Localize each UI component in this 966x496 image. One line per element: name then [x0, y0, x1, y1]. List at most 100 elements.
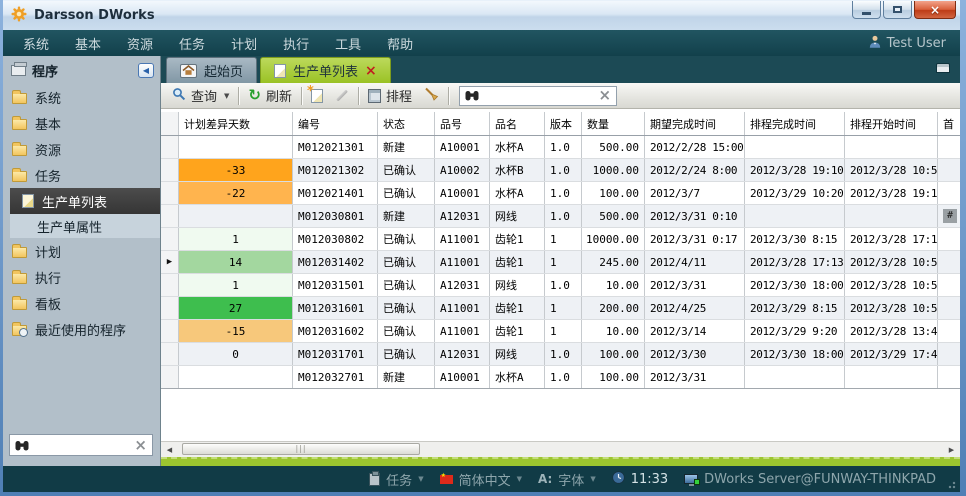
table-cell[interactable]	[845, 205, 938, 227]
table-cell[interactable]: 2012/3/30 18:00	[745, 343, 845, 365]
table-cell[interactable]: 已确认	[378, 228, 435, 250]
resize-grip[interactable]	[946, 479, 956, 489]
table-cell[interactable]: 1	[545, 297, 582, 319]
table-cell[interactable]: M012021401	[293, 182, 378, 204]
task-menu[interactable]: 任务 ▼	[369, 470, 423, 489]
table-cell[interactable]: 水杯A	[490, 182, 545, 204]
table-cell[interactable]: 100.00	[582, 366, 645, 388]
table-cell[interactable]: 网线	[490, 205, 545, 227]
column-header[interactable]: 版本	[545, 112, 582, 135]
sidebar-item[interactable]: 任务	[3, 162, 160, 188]
clear-search-icon[interactable]: ×	[598, 88, 611, 103]
table-cell[interactable]: 1.0	[545, 136, 582, 158]
table-cell[interactable]: 2012/3/30	[645, 343, 745, 365]
table-cell[interactable]: 2012/3/30 18:00	[745, 274, 845, 296]
diff-days-cell[interactable]	[179, 366, 293, 388]
sidebar-item[interactable]: 基本	[3, 110, 160, 136]
row-selector[interactable]	[161, 343, 179, 365]
table-cell[interactable]: 10.00	[582, 274, 645, 296]
table-cell[interactable]: 新建	[378, 366, 435, 388]
table-row[interactable]: 27M012031601已确认A11001齿轮11200.002012/4/25…	[161, 297, 960, 320]
column-header[interactable]: 期望完成时间	[645, 112, 745, 135]
diff-days-cell[interactable]: 1	[179, 274, 293, 296]
table-row[interactable]: M012021301新建A10001水杯A1.0500.002012/2/28 …	[161, 136, 960, 159]
font-menu[interactable]: A: 字体 ▼	[538, 470, 596, 489]
table-cell[interactable]: 1.0	[545, 205, 582, 227]
table-cell[interactable]: 1.0	[545, 274, 582, 296]
sidebar-item[interactable]: 执行	[3, 264, 160, 290]
table-cell[interactable]: A12031	[435, 343, 490, 365]
close-tab-icon[interactable]: ×	[365, 64, 377, 78]
table-cell[interactable]: 2012/3/31	[645, 274, 745, 296]
table-cell[interactable]: 已确认	[378, 182, 435, 204]
table-cell[interactable]: 齿轮1	[490, 228, 545, 250]
maximize-button[interactable]	[883, 1, 912, 19]
scroll-right-icon[interactable]: ▶	[943, 442, 960, 457]
menu-item[interactable]: 任务	[179, 34, 205, 53]
row-selector[interactable]: ▶	[161, 251, 179, 273]
close-window-button[interactable]: ×	[914, 1, 956, 19]
table-cell[interactable]: 已确认	[378, 159, 435, 181]
column-header[interactable]: 编号	[293, 112, 378, 135]
table-cell[interactable]: 1	[545, 228, 582, 250]
table-row[interactable]: -15M012031602已确认A11001齿轮1110.002012/3/14…	[161, 320, 960, 343]
scrollbar-track[interactable]: |||	[178, 442, 943, 457]
row-selector[interactable]	[161, 366, 179, 388]
table-cell[interactable]: 2012/3/29 9:20	[745, 320, 845, 342]
sidebar-search-input[interactable]	[34, 438, 129, 452]
table-cell[interactable]: 齿轮1	[490, 297, 545, 319]
table-cell[interactable]: 2012/3/30 8:15	[745, 228, 845, 250]
sidebar-item[interactable]: 计划	[3, 238, 160, 264]
table-cell[interactable]: 2012/4/11	[645, 251, 745, 273]
table-cell[interactable]: 2012/3/28 10:52	[845, 274, 938, 296]
table-cell[interactable]: 1.0	[545, 182, 582, 204]
table-cell[interactable]: 已确认	[378, 343, 435, 365]
table-cell[interactable]: 100.00	[582, 182, 645, 204]
scrollbar-thumb[interactable]: |||	[182, 443, 420, 455]
user-badge[interactable]: Test User	[869, 35, 946, 52]
diff-days-cell[interactable]: 14	[179, 251, 293, 273]
table-cell[interactable]: 2012/3/14	[645, 320, 745, 342]
table-cell[interactable]: A10001	[435, 182, 490, 204]
table-cell[interactable]: M012031701	[293, 343, 378, 365]
table-row[interactable]: 0M012031701已确认A12031网线1.0100.002012/3/30…	[161, 343, 960, 366]
table-cell[interactable]: M012032701	[293, 366, 378, 388]
table-cell[interactable]: M012031602	[293, 320, 378, 342]
table-cell[interactable]	[745, 136, 845, 158]
table-cell[interactable]: A11001	[435, 228, 490, 250]
table-cell[interactable]: 2012/4/25	[645, 297, 745, 319]
column-header[interactable]: 品名	[490, 112, 545, 135]
table-cell[interactable]: 245.00	[582, 251, 645, 273]
column-header[interactable]: 首	[938, 112, 960, 135]
column-header[interactable]: 排程完成时间	[745, 112, 845, 135]
sidebar-item[interactable]: 看板	[3, 290, 160, 316]
table-cell[interactable]: 网线	[490, 274, 545, 296]
table-row[interactable]: -22M012021401已确认A10001水杯A1.0100.002012/3…	[161, 182, 960, 205]
column-header[interactable]: 计划差异天数	[179, 112, 293, 135]
tab-production-order-list[interactable]: 生产单列表 ×	[260, 57, 391, 83]
scroll-left-icon[interactable]: ◀	[161, 442, 178, 457]
table-cell[interactable]: 500.00	[582, 136, 645, 158]
table-row[interactable]: 1M012031501已确认A12031网线1.010.002012/3/312…	[161, 274, 960, 297]
table-row[interactable]: -33M012021302已确认A10002水杯B1.01000.002012/…	[161, 159, 960, 182]
table-row[interactable]: 1M012030802已确认A11001齿轮1110000.002012/3/3…	[161, 228, 960, 251]
table-cell[interactable]: 200.00	[582, 297, 645, 319]
menu-item[interactable]: 工具	[335, 34, 361, 53]
table-cell[interactable]: M012030801	[293, 205, 378, 227]
tab-home[interactable]: 起始页	[166, 57, 257, 83]
column-header[interactable]: 状态	[378, 112, 435, 135]
menu-item[interactable]: 基本	[75, 34, 101, 53]
table-cell[interactable]: 2012/3/31	[645, 366, 745, 388]
table-cell[interactable]	[745, 366, 845, 388]
table-cell[interactable]: 水杯B	[490, 159, 545, 181]
sidebar-item[interactable]: 最近使用的程序	[3, 316, 160, 342]
table-cell[interactable]: 1.0	[545, 366, 582, 388]
sidebar-collapse-button[interactable]: ◀	[138, 63, 154, 78]
table-cell[interactable]: A12031	[435, 205, 490, 227]
table-cell[interactable]: 2012/3/28 17:13	[745, 251, 845, 273]
table-row[interactable]: M012032701新建A10001水杯A1.0100.002012/3/31	[161, 366, 960, 389]
table-cell[interactable]: 齿轮1	[490, 251, 545, 273]
table-cell[interactable]: 已确认	[378, 297, 435, 319]
row-selector[interactable]	[161, 182, 179, 204]
table-cell[interactable]	[845, 366, 938, 388]
